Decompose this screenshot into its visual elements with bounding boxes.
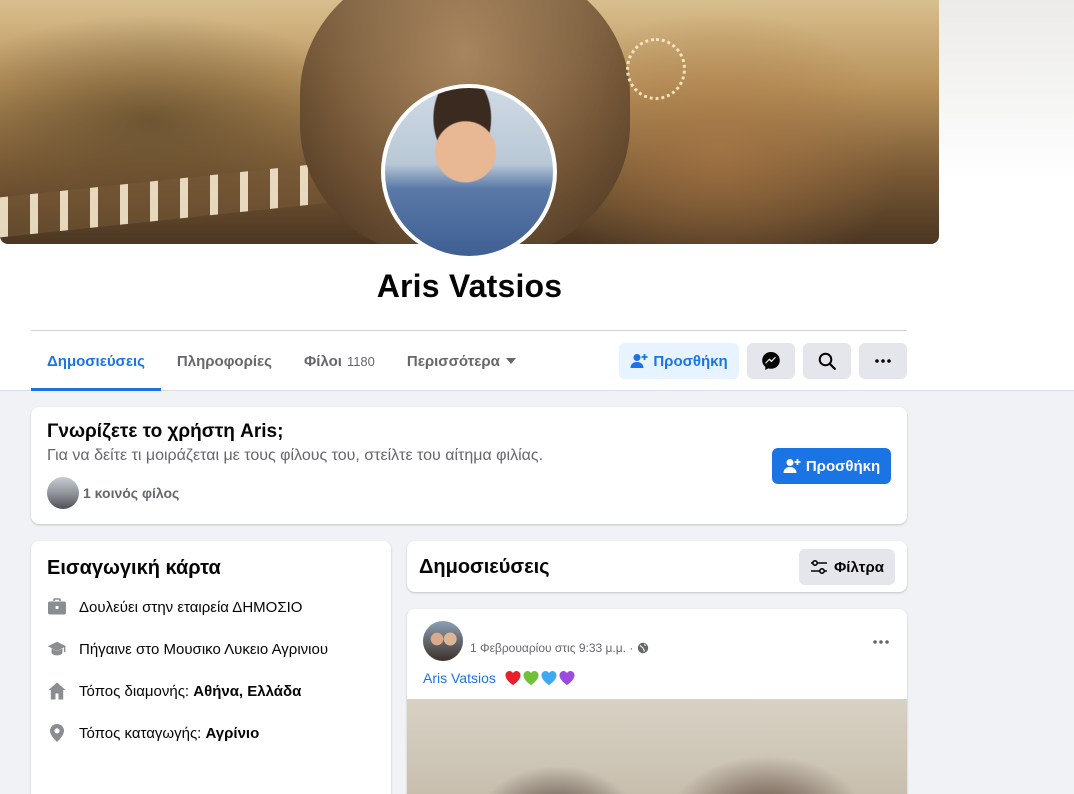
search-button[interactable] — [803, 343, 851, 379]
filter-sliders-icon — [810, 560, 827, 574]
post-text: Aris Vatsios — [423, 669, 576, 687]
intro-education-text: Πήγαινε στο Μουσικο Λυκειο Αγρινιου — [79, 640, 329, 658]
intro-work: Δουλεύει στην εταιρεία ΔΗΜΟΣΙΟ — [47, 597, 302, 617]
profile-tabs: Δημοσιεύσεις Πληροφορίες Φίλοι 1180 Περισ… — [31, 331, 532, 391]
more-dots-icon — [873, 640, 889, 644]
tab-more[interactable]: Περισσότερα — [391, 331, 532, 391]
messenger-icon — [762, 352, 780, 370]
briefcase-icon — [47, 597, 67, 617]
know-user-title: Γνωρίζετε το χρήστη Aris; — [47, 421, 284, 442]
mutual-friend-avatar — [47, 477, 79, 509]
red-heart-icon — [505, 671, 521, 685]
tab-label: Περισσότερα — [406, 352, 500, 370]
intro-card: Εισαγωγική κάρτα Δουλεύει στην εταιρεία … — [31, 541, 391, 794]
add-friend-primary-label: Προσθήκη — [805, 457, 881, 475]
filters-button[interactable]: Φίλτρα — [799, 549, 895, 585]
heart-emojis — [504, 669, 576, 687]
messenger-button[interactable] — [747, 343, 795, 379]
home-icon — [47, 681, 67, 701]
intro-work-text: Δουλεύει στην εταιρεία ΔΗΜΟΣΙΟ — [79, 598, 303, 616]
green-heart-icon — [523, 671, 539, 685]
tab-friends[interactable]: Φίλοι 1180 — [288, 331, 391, 391]
profile-name: Aris Vatsios — [376, 268, 563, 304]
add-friend-button[interactable]: Προσθήκη — [619, 343, 739, 379]
intro-education: Πήγαινε στο Μουσικο Λυκειο Αγρινιου — [47, 639, 328, 659]
search-icon — [818, 352, 836, 370]
profile-picture[interactable] — [381, 84, 557, 260]
post-meta: 1 Φεβρουαρίου στις 9:33 μ.μ. · — [470, 641, 649, 655]
tab-posts[interactable]: Δημοσιεύσεις — [31, 331, 161, 391]
intro-from-prefix: Τόπος καταγωγής: — [79, 724, 206, 742]
caret-down-icon — [505, 358, 516, 364]
tab-label: Δημοσιεύσεις — [47, 352, 145, 370]
intro-lives-in-prefix: Τόπος διαμονής: — [79, 682, 194, 700]
more-dots-icon — [875, 359, 891, 363]
add-friend-icon — [630, 354, 648, 368]
graduation-cap-icon — [47, 639, 67, 659]
location-pin-icon — [47, 723, 67, 743]
post-photo[interactable] — [407, 699, 907, 794]
mutual-friends[interactable]: 1 κοινός φίλος — [47, 477, 179, 509]
avatar — [385, 88, 553, 256]
intro-title: Εισαγωγική κάρτα — [47, 557, 221, 579]
cover-earring — [626, 38, 686, 100]
cover-railing — [0, 162, 330, 238]
tab-label: Πληροφορίες — [176, 352, 272, 370]
friends-count: 1180 — [346, 353, 375, 369]
post-author-avatar[interactable] — [423, 621, 463, 661]
intro-from: Τόπος καταγωγής: Αγρίνιο — [47, 723, 259, 743]
post-timestamp[interactable]: 1 Φεβρουαρίου στις 9:33 μ.μ. · — [470, 641, 633, 655]
purple-heart-icon — [559, 671, 575, 685]
add-friend-icon — [783, 459, 801, 473]
mutual-friends-label: 1 κοινός φίλος — [83, 485, 180, 501]
blue-heart-icon — [541, 671, 557, 685]
know-user-card: Γνωρίζετε το χρήστη Aris; Για να δείτε τ… — [31, 407, 907, 524]
posts-title: Δημοσιεύσεις — [419, 556, 550, 578]
more-options-button[interactable] — [859, 343, 907, 379]
add-friend-label: Προσθήκη — [653, 352, 728, 370]
add-friend-primary-button[interactable]: Προσθήκη — [772, 448, 891, 484]
filters-label: Φίλτρα — [833, 558, 885, 576]
tab-about[interactable]: Πληροφορίες — [161, 331, 288, 391]
cover-side-fade — [939, 0, 1074, 180]
post-options-button[interactable] — [873, 631, 889, 649]
intro-lives-in-value[interactable]: Αθήνα, Ελλάδα — [193, 683, 301, 700]
post-author-link[interactable]: Aris Vatsios — [423, 670, 496, 686]
intro-lives-in: Τόπος διαμονής: Αθήνα, Ελλάδα — [47, 681, 301, 701]
globe-icon — [638, 642, 649, 654]
posts-header: Δημοσιεύσεις Φίλτρα — [407, 541, 907, 592]
intro-from-value[interactable]: Αγρίνιο — [206, 725, 260, 742]
tab-label: Φίλοι — [303, 352, 342, 370]
know-user-subtitle: Για να δείτε τι μοιράζεται με τους φίλου… — [47, 447, 544, 464]
post-card: 1 Φεβρουαρίου στις 9:33 μ.μ. · Aris Vats… — [407, 609, 907, 794]
